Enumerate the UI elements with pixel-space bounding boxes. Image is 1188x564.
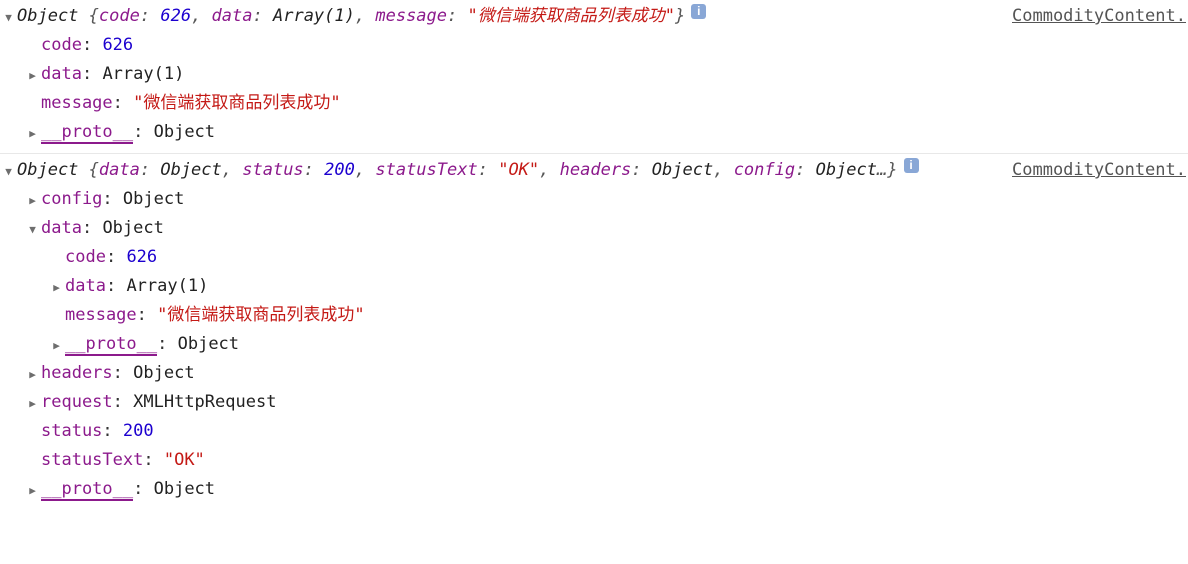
property-key: message xyxy=(65,305,137,325)
property-row[interactable]: ▶__proto__: Object xyxy=(2,475,1186,504)
property-key: message xyxy=(41,93,113,113)
property-value: 626 xyxy=(126,247,157,267)
expand-icon[interactable]: ▶ xyxy=(26,360,39,389)
expand-icon[interactable]: ▶ xyxy=(26,186,39,215)
property-content: message: "微信端获取商品列表成功" xyxy=(41,89,341,118)
collapse-icon[interactable]: ▼ xyxy=(2,157,15,186)
devtools-console: CommodityContent.▼Object {code: 626, dat… xyxy=(0,0,1188,510)
property-key: code xyxy=(41,35,82,55)
collapse-icon[interactable]: ▼ xyxy=(26,215,39,244)
property-content: code: 626 xyxy=(65,243,157,272)
property-value: Array(1) xyxy=(126,276,208,296)
property-key: data xyxy=(41,64,82,84)
property-row: ▶code: 626 xyxy=(2,31,1186,60)
property-content: data: Object xyxy=(41,214,164,243)
property-key: code xyxy=(65,247,106,267)
property-content: __proto__: Object xyxy=(41,475,215,504)
property-content: code: 626 xyxy=(41,31,133,60)
property-value: XMLHttpRequest xyxy=(133,392,276,412)
property-content: message: "微信端获取商品列表成功" xyxy=(65,301,365,330)
property-value: Object xyxy=(123,189,184,209)
property-row: ▶code: 626 xyxy=(2,243,1186,272)
property-value: Object xyxy=(102,218,163,238)
property-row: ▶status: 200 xyxy=(2,417,1186,446)
property-value: Object xyxy=(154,122,215,142)
property-row: ▶message: "微信端获取商品列表成功" xyxy=(2,301,1186,330)
property-row[interactable]: ▶__proto__: Object xyxy=(2,118,1186,147)
property-key: request xyxy=(41,392,113,412)
property-row[interactable]: ▶request: XMLHttpRequest xyxy=(2,388,1186,417)
property-row[interactable]: ▶headers: Object xyxy=(2,359,1186,388)
property-content: __proto__: Object xyxy=(65,330,239,359)
property-row[interactable]: ▶data: Array(1) xyxy=(2,60,1186,89)
property-value: "微信端获取商品列表成功" xyxy=(157,305,364,325)
info-icon[interactable]: i xyxy=(904,158,919,173)
expand-icon[interactable]: ▶ xyxy=(50,273,63,302)
collapse-icon[interactable]: ▼ xyxy=(2,3,15,32)
expand-icon[interactable]: ▶ xyxy=(26,389,39,418)
console-entry: CommodityContent.▼Object {code: 626, dat… xyxy=(0,0,1188,154)
object-header-row[interactable]: ▼Object {code: 626, data: Array(1), mess… xyxy=(2,2,1186,31)
property-value: Object xyxy=(178,334,239,354)
expand-icon[interactable]: ▶ xyxy=(26,61,39,90)
property-content: data: Array(1) xyxy=(41,60,184,89)
property-value: Array(1) xyxy=(102,64,184,84)
property-key: status xyxy=(41,421,102,441)
property-key: data xyxy=(65,276,106,296)
property-value: "OK" xyxy=(164,450,205,470)
object-preview[interactable]: Object {code: 626, data: Array(1), messa… xyxy=(17,2,685,31)
property-content: statusText: "OK" xyxy=(41,446,205,475)
object-preview[interactable]: Object {data: Object, status: 200, statu… xyxy=(17,156,898,185)
property-row[interactable]: ▶__proto__: Object xyxy=(2,330,1186,359)
property-content: headers: Object xyxy=(41,359,195,388)
property-key: config xyxy=(41,189,102,209)
property-content: request: XMLHttpRequest xyxy=(41,388,276,417)
property-row[interactable]: ▶data: Array(1) xyxy=(2,272,1186,301)
property-content: data: Array(1) xyxy=(65,272,208,301)
property-key: data xyxy=(41,218,82,238)
expand-icon[interactable]: ▶ xyxy=(26,476,39,505)
property-value: Object xyxy=(154,479,215,499)
property-row: ▶message: "微信端获取商品列表成功" xyxy=(2,89,1186,118)
object-header-row[interactable]: ▼Object {data: Object, status: 200, stat… xyxy=(2,156,1186,185)
property-row[interactable]: ▶config: Object xyxy=(2,185,1186,214)
expand-icon[interactable]: ▶ xyxy=(26,119,39,148)
property-value: 626 xyxy=(102,35,133,55)
property-value: 200 xyxy=(123,421,154,441)
property-value: "微信端获取商品列表成功" xyxy=(133,93,340,113)
source-link[interactable]: CommodityContent. xyxy=(1012,156,1186,185)
property-row: ▶statusText: "OK" xyxy=(2,446,1186,475)
property-content: status: 200 xyxy=(41,417,154,446)
info-icon[interactable]: i xyxy=(691,4,706,19)
console-entry: CommodityContent.▼Object {data: Object, … xyxy=(0,154,1188,510)
property-key: __proto__ xyxy=(65,334,157,356)
property-row[interactable]: ▼data: Object xyxy=(2,214,1186,243)
expand-icon[interactable]: ▶ xyxy=(50,331,63,360)
property-key: statusText xyxy=(41,450,143,470)
property-value: Object xyxy=(133,363,194,383)
property-key: __proto__ xyxy=(41,479,133,501)
property-key: headers xyxy=(41,363,113,383)
property-key: __proto__ xyxy=(41,122,133,144)
property-content: __proto__: Object xyxy=(41,118,215,147)
property-content: config: Object xyxy=(41,185,184,214)
source-link[interactable]: CommodityContent. xyxy=(1012,2,1186,31)
